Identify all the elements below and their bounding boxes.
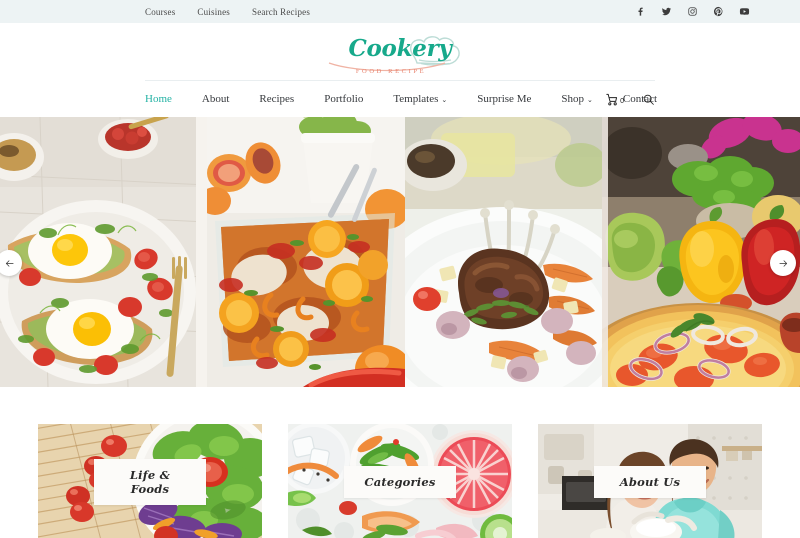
logo-area: Cookery FOOD RECIPE [0, 23, 800, 80]
nav-utilities: 0 [606, 93, 655, 106]
nav-item-surprise-me[interactable]: Surprise Me [477, 93, 531, 105]
pinterest-icon[interactable] [713, 6, 724, 17]
promo-card-categories[interactable]: Categories [288, 424, 512, 538]
nav-item-about[interactable]: About [202, 93, 230, 105]
topbar-link-courses[interactable]: Courses [145, 7, 175, 17]
nav-item-recipes[interactable]: Recipes [259, 93, 294, 105]
slider-next-button[interactable] [770, 250, 796, 276]
site-header: Cookery FOOD RECIPE Home About Recipes P… [0, 23, 800, 117]
nav-item-about-label: About [201, 93, 230, 105]
promo-card-life-and-foods[interactable]: Life & Foods [38, 424, 262, 538]
chevron-down-icon: ⌄ [441, 95, 448, 104]
cart-button[interactable]: 0 [606, 93, 624, 106]
logo-title: Cookery [348, 34, 452, 62]
slide-image-eggs-toast [0, 117, 207, 387]
nav-item-templates[interactable]: Templates ⌄ [393, 93, 447, 105]
social-links [635, 6, 750, 17]
search-icon [643, 94, 654, 105]
slide-item[interactable] [207, 117, 405, 387]
nav-item-home[interactable]: Home [145, 93, 172, 105]
instagram-icon[interactable] [687, 6, 698, 17]
slide-image-pizza [602, 117, 800, 387]
promo-card-label: Categories [344, 466, 456, 498]
slide-item[interactable] [0, 117, 207, 387]
nav-item-shop-label: Shop [561, 93, 584, 105]
slide-item[interactable] [405, 117, 602, 387]
shopping-cart-icon [606, 93, 618, 105]
nav-item-recipes-label: Recipes [259, 93, 295, 105]
youtube-icon[interactable] [739, 6, 750, 17]
promo-cards: Life & Foods Categories About Us [0, 387, 800, 538]
arrow-right-icon [778, 259, 787, 267]
nav-items: Home About Recipes Portfolio Templates ⌄… [145, 93, 657, 105]
nav-item-home-label: Home [145, 93, 172, 105]
slide-image-citrus-chicken [207, 117, 405, 387]
promo-card-about-us[interactable]: About Us [538, 424, 762, 538]
slide-item[interactable] [602, 117, 800, 387]
logo-tagline: FOOD RECIPE [355, 67, 427, 75]
promo-card-label: About Us [594, 466, 706, 498]
twitter-icon[interactable] [661, 6, 672, 17]
facebook-icon[interactable] [635, 6, 646, 17]
nav-item-shop[interactable]: Shop ⌄ [561, 93, 593, 105]
slide-image-rack-of-lamb [405, 117, 602, 387]
nav-item-portfolio-label: Portfolio [324, 93, 364, 105]
topbar-link-cuisines[interactable]: Cuisines [197, 7, 230, 17]
nav-item-templates-label: Templates [393, 93, 439, 105]
promo-card-label: Life & Foods [94, 459, 206, 505]
nav-item-portfolio[interactable]: Portfolio [324, 93, 363, 105]
top-bar-links: Courses Cuisines Search Recipes [145, 7, 310, 17]
site-logo[interactable]: Cookery FOOD RECIPE [325, 29, 475, 75]
main-navigation: Home About Recipes Portfolio Templates ⌄… [0, 81, 800, 117]
topbar-link-search-recipes[interactable]: Search Recipes [252, 7, 310, 17]
top-bar: Courses Cuisines Search Recipes [0, 0, 800, 23]
cart-count-badge: 0 [620, 97, 624, 105]
search-button[interactable] [642, 93, 655, 106]
chevron-down-icon: ⌄ [586, 95, 593, 104]
nav-item-surprise-me-label: Surprise Me [477, 93, 532, 105]
hero-slider[interactable] [0, 117, 800, 387]
arrow-left-icon [5, 259, 14, 267]
